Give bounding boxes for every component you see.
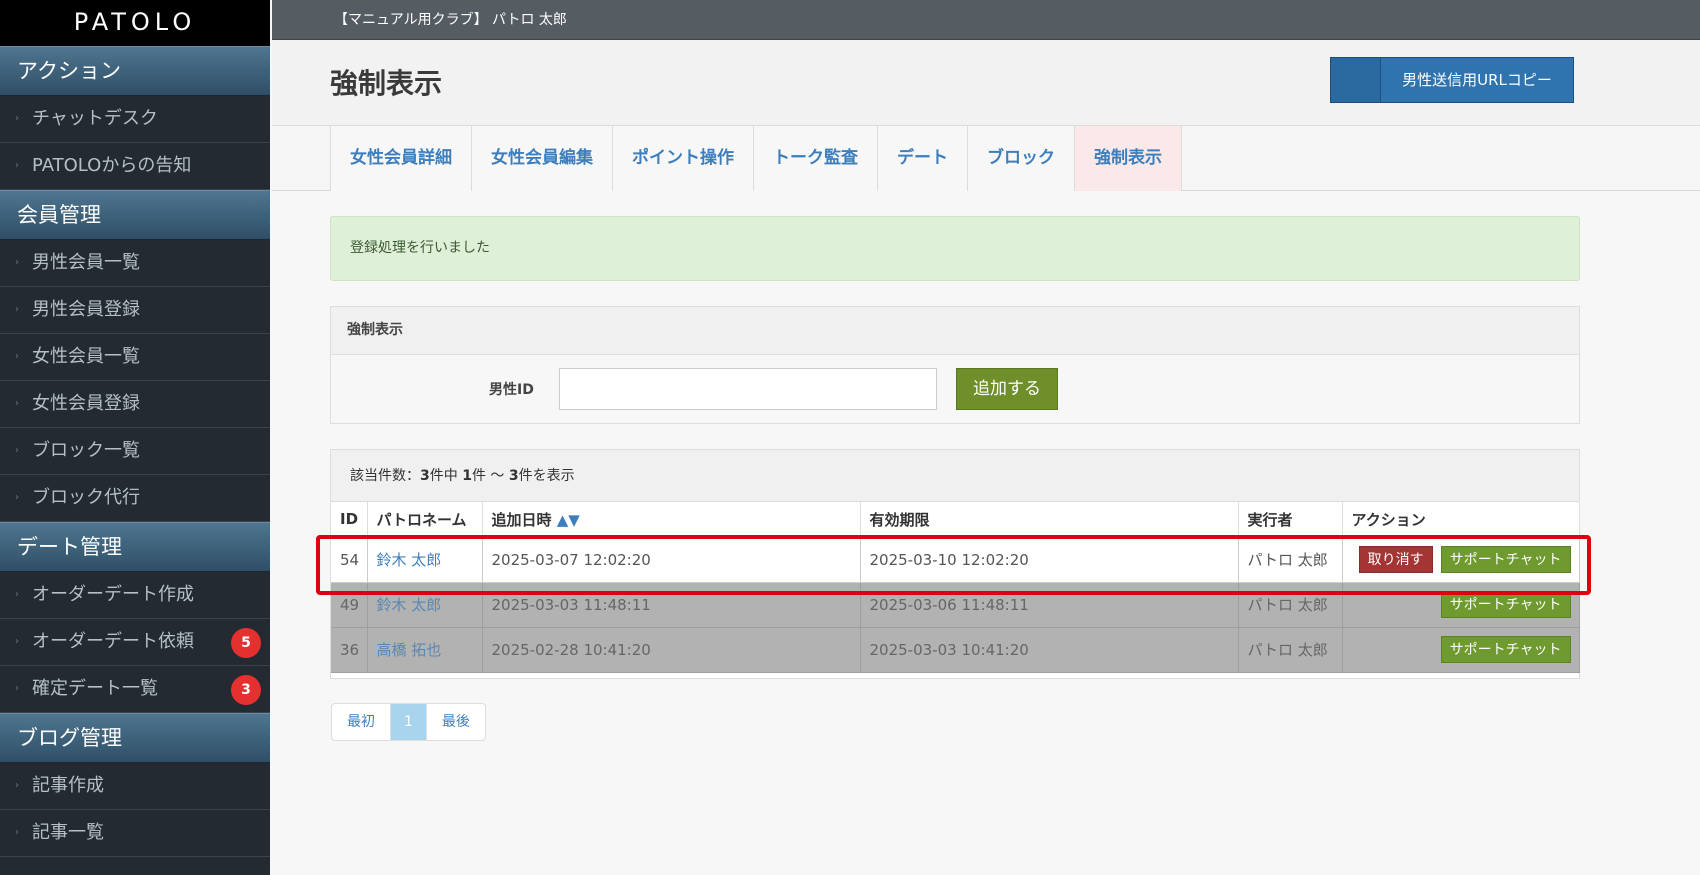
result-count: 該当件数：3件中 1件 ～ 3件を表示 <box>331 450 1579 502</box>
member-name-link[interactable]: 鈴木 太郎 <box>377 596 442 614</box>
caret-right-icon: › <box>15 351 19 362</box>
tab-block[interactable]: ブロック <box>968 126 1075 191</box>
notification-badge: 3 <box>231 675 261 705</box>
sidebar-item-male-list[interactable]: › 男性会員一覧 <box>0 240 270 287</box>
caret-right-icon: › <box>15 304 19 315</box>
sidebar-item-article-list[interactable]: › 記事一覧 <box>0 810 270 857</box>
caret-right-icon: › <box>15 257 19 268</box>
male-id-input[interactable] <box>559 368 937 410</box>
caret-right-icon: › <box>15 445 19 456</box>
male-id-label: 男性ID <box>489 382 534 398</box>
sidebar-item-block-proxy[interactable]: › ブロック代行 <box>0 475 270 522</box>
tab-bar: 女性会員詳細 女性会員編集 ポイント操作 トーク監査 デート ブロック 強制表示 <box>272 126 1700 191</box>
cell-executor: パトロ 太郎 <box>1238 627 1343 673</box>
caret-right-icon: › <box>15 492 19 503</box>
col-added[interactable]: 追加日時 ▲▼ <box>482 502 861 538</box>
caret-right-icon: › <box>15 113 19 124</box>
tab-talk-audit[interactable]: トーク監査 <box>754 126 878 191</box>
copy-url-button[interactable]: 男性送信用URLコピー <box>1330 57 1574 103</box>
sidebar-section-dates: デート管理 <box>0 522 270 572</box>
tab-female-edit[interactable]: 女性会員編集 <box>472 126 613 191</box>
cell-action: サポートチャット <box>1342 627 1580 673</box>
sidebar-item-female-list[interactable]: › 女性会員一覧 <box>0 334 270 381</box>
sidebar-item-announcements[interactable]: › PATOLOからの告知 <box>0 143 270 190</box>
sidebar-section-action: アクション <box>0 46 270 96</box>
sidebar: PATOLO アクション › チャットデスク › PATOLOからの告知 会員管理 … <box>0 0 270 875</box>
caret-right-icon: › <box>15 160 19 171</box>
support-chat-button[interactable]: サポートチャット <box>1440 591 1571 618</box>
member-name-link[interactable]: 高橋 拓也 <box>377 641 442 659</box>
sidebar-section-blog: ブログ管理 <box>0 713 270 763</box>
add-button[interactable]: 追加する <box>956 368 1058 410</box>
tabs: 女性会員詳細 女性会員編集 ポイント操作 トーク監査 デート ブロック 強制表示 <box>330 126 1182 191</box>
pagination: 最初 1 最後 <box>331 703 486 741</box>
page-first[interactable]: 最初 <box>332 704 391 740</box>
sidebar-item-chat-desk[interactable]: › チャットデスク <box>0 96 270 143</box>
page-title: 強制表示 <box>330 67 443 100</box>
top-bar: 【マニュアル用クラブ】 パトロ 太郎 <box>272 0 1700 40</box>
panel-heading: 強制表示 <box>331 307 1579 355</box>
cell-expires: 2025-03-03 10:41:20 <box>860 627 1239 673</box>
table-row: 36 高橋 拓也 2025-02-28 10:41:20 2025-03-03 … <box>331 627 1580 673</box>
page-current[interactable]: 1 <box>391 704 427 740</box>
sort-arrows-icon[interactable]: ▲▼ <box>557 511 580 529</box>
patolo-logo[interactable]: PATOLO <box>0 0 270 46</box>
caret-right-icon: › <box>15 780 19 791</box>
sidebar-item-article-create[interactable]: › 記事作成 <box>0 763 270 810</box>
sidebar-item-male-register[interactable]: › 男性会員登録 <box>0 287 270 334</box>
table-header-row: ID パトロネーム 追加日時 ▲▼ 有効期限 実行者 アクション <box>331 502 1580 538</box>
page-last[interactable]: 最後 <box>427 704 485 740</box>
caret-right-icon: › <box>15 636 19 647</box>
support-chat-button[interactable]: サポートチャット <box>1440 636 1571 663</box>
current-user: 【マニュアル用クラブ】 パトロ 太郎 <box>334 12 567 28</box>
sidebar-item-block-list[interactable]: › ブロック一覧 <box>0 428 270 475</box>
col-name: パトロネーム <box>367 502 483 538</box>
caret-right-icon: › <box>15 827 19 838</box>
success-alert: 登録処理を行いました <box>330 216 1580 281</box>
force-display-form: 強制表示 男性ID 追加する <box>330 306 1580 424</box>
sidebar-item-confirmed-dates[interactable]: › 確定デート一覧 3 <box>0 666 270 713</box>
cell-id: 36 <box>331 627 368 673</box>
tab-date[interactable]: デート <box>878 126 968 191</box>
tab-points[interactable]: ポイント操作 <box>613 126 754 191</box>
page-header: 強制表示 男性送信用URLコピー <box>272 40 1700 126</box>
notification-badge: 5 <box>231 628 261 658</box>
caret-right-icon: › <box>15 589 19 600</box>
tab-force-display[interactable]: 強制表示 <box>1075 126 1182 191</box>
sidebar-item-order-date-create[interactable]: › オーダーデート作成 <box>0 572 270 619</box>
row-highlight-annotation <box>316 535 1591 595</box>
col-executor: 実行者 <box>1238 502 1343 538</box>
tab-female-detail[interactable]: 女性会員詳細 <box>331 126 472 191</box>
cell-added: 2025-02-28 10:41:20 <box>482 627 861 673</box>
col-action: アクション <box>1342 502 1580 538</box>
sidebar-section-members: 会員管理 <box>0 190 270 240</box>
caret-right-icon: › <box>15 683 19 694</box>
col-expires: 有効期限 <box>860 502 1239 538</box>
sidebar-item-order-date-requests[interactable]: › オーダーデート依頼 5 <box>0 619 270 666</box>
col-id: ID <box>331 502 368 538</box>
cell-name: 高橋 拓也 <box>367 627 483 673</box>
button-icon-segment <box>1331 58 1381 102</box>
sidebar-item-female-register[interactable]: › 女性会員登録 <box>0 381 270 428</box>
caret-right-icon: › <box>15 398 19 409</box>
